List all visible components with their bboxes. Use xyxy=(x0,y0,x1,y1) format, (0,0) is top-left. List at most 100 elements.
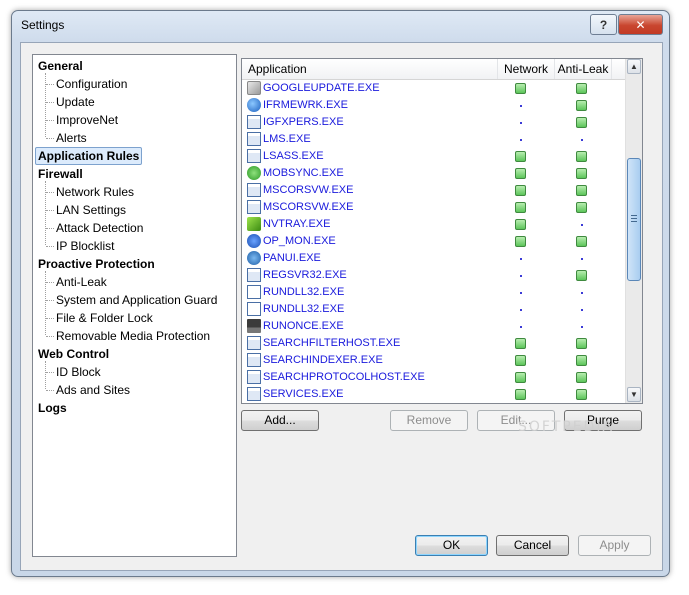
table-row[interactable]: RUNDLL32.EXE xyxy=(242,284,625,301)
antileak-allow-icon[interactable] xyxy=(576,185,587,196)
application-list[interactable]: Application Network Anti-Leak GOOGLEUPDA… xyxy=(241,58,643,404)
application-name: MOBSYNC.EXE xyxy=(263,167,344,179)
nvidia-icon xyxy=(247,217,261,231)
table-row[interactable]: LMS.EXE xyxy=(242,131,625,148)
tree-item-network-rules[interactable]: Network Rules xyxy=(56,184,134,200)
antileak-unset-icon[interactable] xyxy=(581,139,583,141)
table-row[interactable]: LSASS.EXE xyxy=(242,148,625,165)
application-name: RUNDLL32.EXE xyxy=(263,303,345,315)
antileak-allow-icon[interactable] xyxy=(576,168,587,179)
scroll-down-icon[interactable]: ▼ xyxy=(627,387,641,402)
table-row[interactable]: GOOGLEUPDATE.EXE xyxy=(242,80,625,97)
table-row[interactable]: MOBSYNC.EXE xyxy=(242,165,625,182)
antileak-allow-icon[interactable] xyxy=(576,389,587,400)
table-row[interactable]: NVTRAY.EXE xyxy=(242,216,625,233)
tree-item-file-folder-lock[interactable]: File & Folder Lock xyxy=(56,310,153,326)
antileak-allow-icon[interactable] xyxy=(576,151,587,162)
help-button[interactable]: ? xyxy=(590,14,617,35)
list-scrollbar[interactable]: ▲ ▼ xyxy=(625,59,642,403)
antileak-allow-icon[interactable] xyxy=(576,83,587,94)
network-allow-icon[interactable] xyxy=(515,389,526,400)
antileak-allow-icon[interactable] xyxy=(576,236,587,247)
table-row[interactable]: SERVICES.EXE xyxy=(242,386,625,403)
antileak-allow-icon[interactable] xyxy=(576,202,587,213)
antileak-allow-icon[interactable] xyxy=(576,372,587,383)
document-icon xyxy=(247,285,261,299)
network-unset-icon[interactable] xyxy=(520,105,522,107)
scroll-thumb[interactable] xyxy=(627,158,641,281)
table-row[interactable]: SEARCHPROTOCOLHOST.EXE xyxy=(242,369,625,386)
table-row[interactable]: RUNDLL32.EXE xyxy=(242,301,625,318)
tree-item-improvenet[interactable]: ImproveNet xyxy=(56,112,118,128)
network-allow-icon[interactable] xyxy=(515,185,526,196)
antileak-allow-icon[interactable] xyxy=(576,117,587,128)
application-name: GOOGLEUPDATE.EXE xyxy=(263,82,380,94)
tree-item-lan-settings[interactable]: LAN Settings xyxy=(56,202,126,218)
antileak-allow-icon[interactable] xyxy=(576,270,587,281)
network-allow-icon[interactable] xyxy=(515,355,526,366)
antileak-unset-icon[interactable] xyxy=(581,309,583,311)
network-unset-icon[interactable] xyxy=(520,139,522,141)
column-header-application[interactable]: Application xyxy=(242,59,498,79)
tree-item-attack-detection[interactable]: Attack Detection xyxy=(56,220,143,236)
close-button[interactable]: ✕ xyxy=(618,14,663,35)
tree-category-application-rules[interactable]: Application Rules xyxy=(35,147,143,165)
tree-item-configuration[interactable]: Configuration xyxy=(56,76,127,92)
apply-button[interactable]: Apply xyxy=(578,535,651,556)
network-unset-icon[interactable] xyxy=(520,258,522,260)
network-unset-icon[interactable] xyxy=(520,326,522,328)
network-unset-icon[interactable] xyxy=(520,292,522,294)
table-row[interactable]: MSCORSVW.EXE xyxy=(242,182,625,199)
antileak-allow-icon[interactable] xyxy=(576,100,587,111)
table-row[interactable]: SEARCHFILTERHOST.EXE xyxy=(242,335,625,352)
network-allow-icon[interactable] xyxy=(515,219,526,230)
network-allow-icon[interactable] xyxy=(515,236,526,247)
ok-button[interactable]: OK xyxy=(415,535,488,556)
antileak-allow-icon[interactable] xyxy=(576,355,587,366)
network-allow-icon[interactable] xyxy=(515,202,526,213)
add-button[interactable]: Add... xyxy=(241,410,319,431)
tree-item-update[interactable]: Update xyxy=(56,94,95,110)
tree-item-ads-and-sites[interactable]: Ads and Sites xyxy=(56,382,130,398)
tree-category-logs[interactable]: Logs xyxy=(38,400,67,416)
network-unset-icon[interactable] xyxy=(520,309,522,311)
column-header-network[interactable]: Network xyxy=(498,59,555,79)
table-row[interactable]: REGSVR32.EXE xyxy=(242,267,625,284)
table-row[interactable]: PANUI.EXE xyxy=(242,250,625,267)
table-row[interactable]: MSCORSVW.EXE xyxy=(242,199,625,216)
table-row[interactable]: RUNONCE.EXE xyxy=(242,318,625,335)
application-name: MSCORSVW.EXE xyxy=(263,184,354,196)
column-header-antileak[interactable]: Anti-Leak xyxy=(555,59,612,79)
antileak-allow-icon[interactable] xyxy=(576,338,587,349)
network-allow-icon[interactable] xyxy=(515,83,526,94)
table-row[interactable]: IFRMEWRK.EXE xyxy=(242,97,625,114)
network-unset-icon[interactable] xyxy=(520,275,522,277)
tree-item-alerts[interactable]: Alerts xyxy=(56,130,87,146)
tree-category-firewall[interactable]: Firewall xyxy=(38,166,83,182)
tree-item-id-block[interactable]: ID Block xyxy=(56,364,101,380)
settings-tree[interactable]: General Configuration Update ImproveNet Aler… xyxy=(32,54,237,557)
antileak-unset-icon[interactable] xyxy=(581,292,583,294)
network-allow-icon[interactable] xyxy=(515,151,526,162)
tree-category-web-control[interactable]: Web Control xyxy=(38,346,109,362)
table-row[interactable]: SEARCHINDEXER.EXE xyxy=(242,352,625,369)
table-row[interactable]: IGFXPERS.EXE xyxy=(242,114,625,131)
tree-category-proactive-protection[interactable]: Proactive Protection xyxy=(38,256,155,272)
antileak-unset-icon[interactable] xyxy=(581,258,583,260)
antileak-unset-icon[interactable] xyxy=(581,224,583,226)
network-allow-icon[interactable] xyxy=(515,372,526,383)
network-allow-icon[interactable] xyxy=(515,168,526,179)
network-unset-icon[interactable] xyxy=(520,122,522,124)
table-row[interactable]: OP_MON.EXE xyxy=(242,233,625,250)
tree-item-system-and-application-guard[interactable]: System and Application Guard xyxy=(56,292,217,308)
antileak-unset-icon[interactable] xyxy=(581,326,583,328)
tree-item-ip-blocklist[interactable]: IP Blocklist xyxy=(56,238,114,254)
scroll-up-icon[interactable]: ▲ xyxy=(627,59,641,74)
network-allow-icon[interactable] xyxy=(515,338,526,349)
tree-category-general[interactable]: General xyxy=(38,58,83,74)
cancel-button[interactable]: Cancel xyxy=(496,535,569,556)
tree-item-anti-leak[interactable]: Anti-Leak xyxy=(56,274,107,290)
tree-item-removable-media-protection[interactable]: Removable Media Protection xyxy=(56,328,210,344)
remove-button[interactable]: Remove xyxy=(390,410,468,431)
application-name: PANUI.EXE xyxy=(263,252,321,264)
